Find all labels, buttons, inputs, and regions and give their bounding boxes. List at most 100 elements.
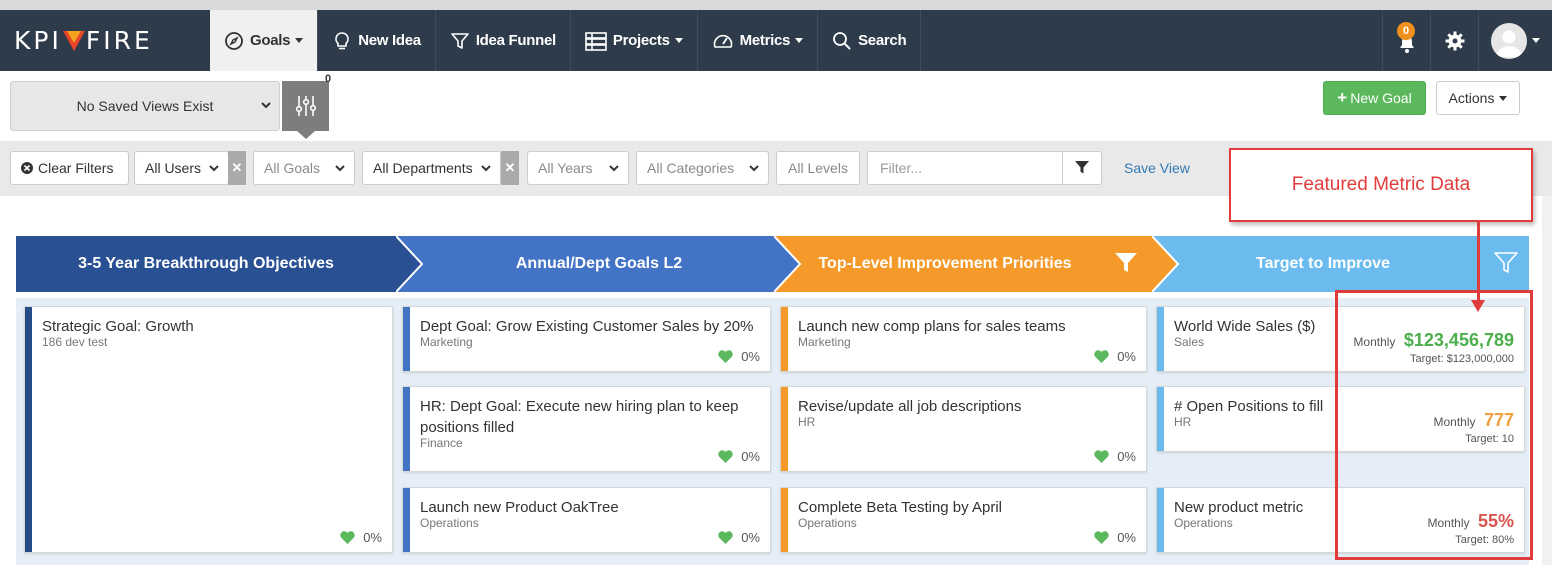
heart-icon <box>1094 350 1109 363</box>
gear-icon <box>1445 31 1464 50</box>
card-health: 0% <box>1094 349 1136 364</box>
new-goal-label: New Goal <box>1350 90 1412 106</box>
heart-icon <box>340 531 355 544</box>
card-health: 0% <box>1094 530 1136 545</box>
chevron-down-icon <box>295 38 304 43</box>
column-header-4[interactable]: Target to Improve <box>1152 236 1529 292</box>
funnel-icon[interactable] <box>1114 251 1138 275</box>
card-title: Complete Beta Testing by April <box>798 499 1003 516</box>
card-title: Revise/update all job descriptions <box>798 398 1022 415</box>
goals-filter-select[interactable]: All Goals <box>253 151 355 185</box>
goal-card[interactable]: Dept Goal: Grow Existing Customer Sales … <box>402 306 771 372</box>
goal-card[interactable]: Launch new Product OakTree Operations 0% <box>402 487 771 553</box>
card-title: Launch new Product OakTree <box>420 499 619 516</box>
years-filter-select[interactable]: All Years <box>527 151 629 185</box>
filter-text-input[interactable]: Filter... <box>867 151 1063 185</box>
notification-badge: 0 <box>1397 22 1415 40</box>
nav-right-group: 0 <box>1382 10 1552 71</box>
actions-button[interactable]: Actions <box>1436 81 1520 115</box>
kpifire-logo[interactable]: KPI FIRE <box>14 25 153 55</box>
card-subtitle: HR <box>798 415 816 429</box>
page-scrollbar[interactable] <box>1542 196 1552 565</box>
heart-icon <box>718 350 733 363</box>
column-title-4: Target to Improve <box>1256 255 1390 272</box>
nav-metrics[interactable]: Metrics <box>698 10 819 71</box>
card-health: 0% <box>718 449 760 464</box>
main-nav: Goals New Idea Idea Funnel Projects Metr… <box>210 10 922 71</box>
card-health: 0% <box>718 349 760 364</box>
clear-filters-label: Clear Filters <box>38 160 114 176</box>
card-color-bar <box>1157 387 1164 451</box>
nav-search[interactable]: Search <box>818 10 922 71</box>
logo-text-right: FIRE <box>85 25 153 55</box>
user-menu[interactable] <box>1478 10 1552 71</box>
settings-button[interactable] <box>1430 10 1478 71</box>
levels-filter-value: All Levels <box>788 160 848 176</box>
save-view-link[interactable]: Save View <box>1124 160 1190 176</box>
nav-goals-label: Goals <box>250 32 291 49</box>
card-title: HR: Dept Goal: Execute new hiring plan t… <box>420 398 739 436</box>
nav-new-idea[interactable]: New Idea <box>318 10 436 71</box>
goal-card[interactable]: Revise/update all job descriptions HR 0% <box>780 386 1147 472</box>
column-title-2: Annual/Dept Goals L2 <box>515 255 683 272</box>
column-title-3: Top-Level Improvement Priorities <box>818 255 1072 272</box>
clear-filters-button[interactable]: Clear Filters <box>10 151 129 185</box>
heart-icon <box>1094 450 1109 463</box>
heart-icon <box>718 450 733 463</box>
levels-filter-button[interactable]: All Levels <box>776 151 860 185</box>
card-subtitle: Marketing <box>798 335 851 349</box>
nav-idea-funnel[interactable]: Idea Funnel <box>436 10 571 71</box>
chevron-down-icon <box>335 165 345 172</box>
card-health: 0% <box>718 530 760 545</box>
annotation-highlight-box <box>1335 290 1533 560</box>
card-title: Strategic Goal: Growth <box>42 318 194 335</box>
chevron-down-icon <box>795 38 804 43</box>
goal-card[interactable]: Strategic Goal: Growth 186 dev test 0% <box>24 306 393 553</box>
column-header-1[interactable]: 3-5 Year Breakthrough Objectives <box>16 236 426 292</box>
card-title: Launch new comp plans for sales teams <box>798 318 1066 335</box>
remove-departments-filter-button[interactable]: ✕ <box>501 151 519 185</box>
categories-filter-select[interactable]: All Categories <box>636 151 769 185</box>
view-settings-pointer <box>297 131 315 139</box>
view-settings-button[interactable] <box>282 81 329 131</box>
chevron-down-icon <box>674 38 683 43</box>
nav-search-label: Search <box>858 32 907 49</box>
gauge-icon <box>712 31 734 51</box>
funnel-outline-icon[interactable] <box>1494 251 1518 275</box>
column-header-3[interactable]: Top-Level Improvement Priorities <box>774 236 1184 292</box>
flame-icon <box>62 31 85 51</box>
card-health-value: 0% <box>741 349 760 364</box>
notifications-button[interactable]: 0 <box>1382 10 1430 71</box>
card-health-value: 0% <box>741 449 760 464</box>
goal-card[interactable]: Complete Beta Testing by April Operation… <box>780 487 1147 553</box>
card-color-bar <box>781 387 788 471</box>
card-title: Dept Goal: Grow Existing Customer Sales … <box>420 318 754 335</box>
nav-idea-funnel-label: Idea Funnel <box>475 32 556 49</box>
users-filter-select[interactable]: All Users <box>134 151 229 185</box>
card-color-bar <box>781 488 788 552</box>
chevron-down-icon <box>209 165 219 172</box>
apply-filter-button[interactable] <box>1062 151 1102 185</box>
window-top-strip <box>0 0 1552 10</box>
funnel-icon <box>450 31 470 51</box>
column-header-2[interactable]: Annual/Dept Goals L2 <box>396 236 806 292</box>
goal-card[interactable]: HR: Dept Goal: Execute new hiring plan t… <box>402 386 771 472</box>
top-navbar: KPI FIRE Goals New Idea Idea Funnel Proj… <box>0 10 1552 71</box>
card-color-bar <box>403 488 410 552</box>
departments-filter-select[interactable]: All Departments <box>362 151 501 185</box>
goal-card[interactable]: Launch new comp plans for sales teams Ma… <box>780 306 1147 372</box>
chevron-down-icon <box>261 102 271 109</box>
new-goal-button[interactable]: + New Goal <box>1323 81 1426 115</box>
nav-projects[interactable]: Projects <box>571 10 698 71</box>
card-color-bar <box>1157 488 1164 552</box>
saved-views-select[interactable]: No Saved Views Exist <box>10 81 280 131</box>
projects-icon <box>585 31 607 51</box>
card-subtitle: Marketing <box>420 335 473 349</box>
filter-placeholder: Filter... <box>880 160 923 176</box>
card-health: 0% <box>340 530 382 545</box>
remove-users-filter-button[interactable]: ✕ <box>228 151 246 185</box>
nav-goals[interactable]: Goals <box>210 10 319 71</box>
heart-icon <box>718 531 733 544</box>
card-color-bar <box>781 307 788 371</box>
column-title-1: 3-5 Year Breakthrough Objectives <box>78 255 334 272</box>
